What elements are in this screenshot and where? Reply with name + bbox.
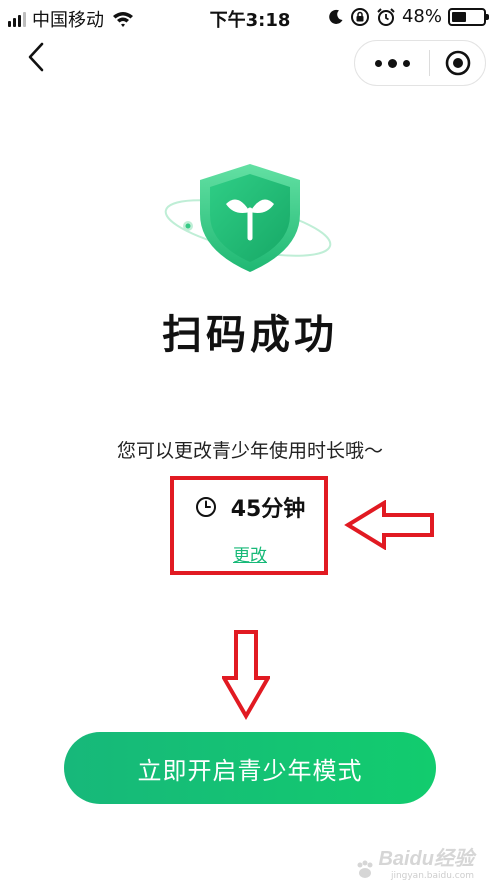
target-circle-icon xyxy=(445,50,470,76)
status-bar: 中国移动 下午3:18 48% xyxy=(0,0,500,34)
watermark-url: jingyan.baidu.com xyxy=(390,871,474,881)
baidu-jingyan-watermark: Baidu经验 jingyan.baidu.com xyxy=(354,842,474,881)
close-button[interactable] xyxy=(430,41,485,85)
back-button[interactable] xyxy=(22,38,56,76)
subtitle-text: 您可以更改青少年使用时长哦～ xyxy=(116,440,383,462)
status-right: 48% xyxy=(328,6,489,27)
battery-percent: 48% xyxy=(401,6,442,27)
alarm-icon xyxy=(377,7,395,26)
paw-logo-icon xyxy=(357,860,373,878)
more-dots-icon xyxy=(374,58,410,68)
page-title: 扫码成功 xyxy=(162,312,338,358)
shield-sprout-icon xyxy=(164,164,332,272)
rotation-lock-icon xyxy=(350,7,369,26)
annotation-highlight-box xyxy=(170,476,328,575)
battery-fill xyxy=(452,11,467,22)
annotation-arrow-down-icon xyxy=(222,630,270,720)
battery-icon xyxy=(448,7,489,26)
mini-program-capsule xyxy=(354,40,486,86)
more-button[interactable] xyxy=(355,41,429,85)
enable-teen-mode-button[interactable]: 立即开启青少年模式 xyxy=(64,732,436,804)
annotation-arrow-left-icon xyxy=(344,500,434,550)
watermark-brand: Baidu经验 xyxy=(378,848,474,870)
moon-icon xyxy=(329,9,343,24)
chevron-left-icon xyxy=(28,42,44,72)
